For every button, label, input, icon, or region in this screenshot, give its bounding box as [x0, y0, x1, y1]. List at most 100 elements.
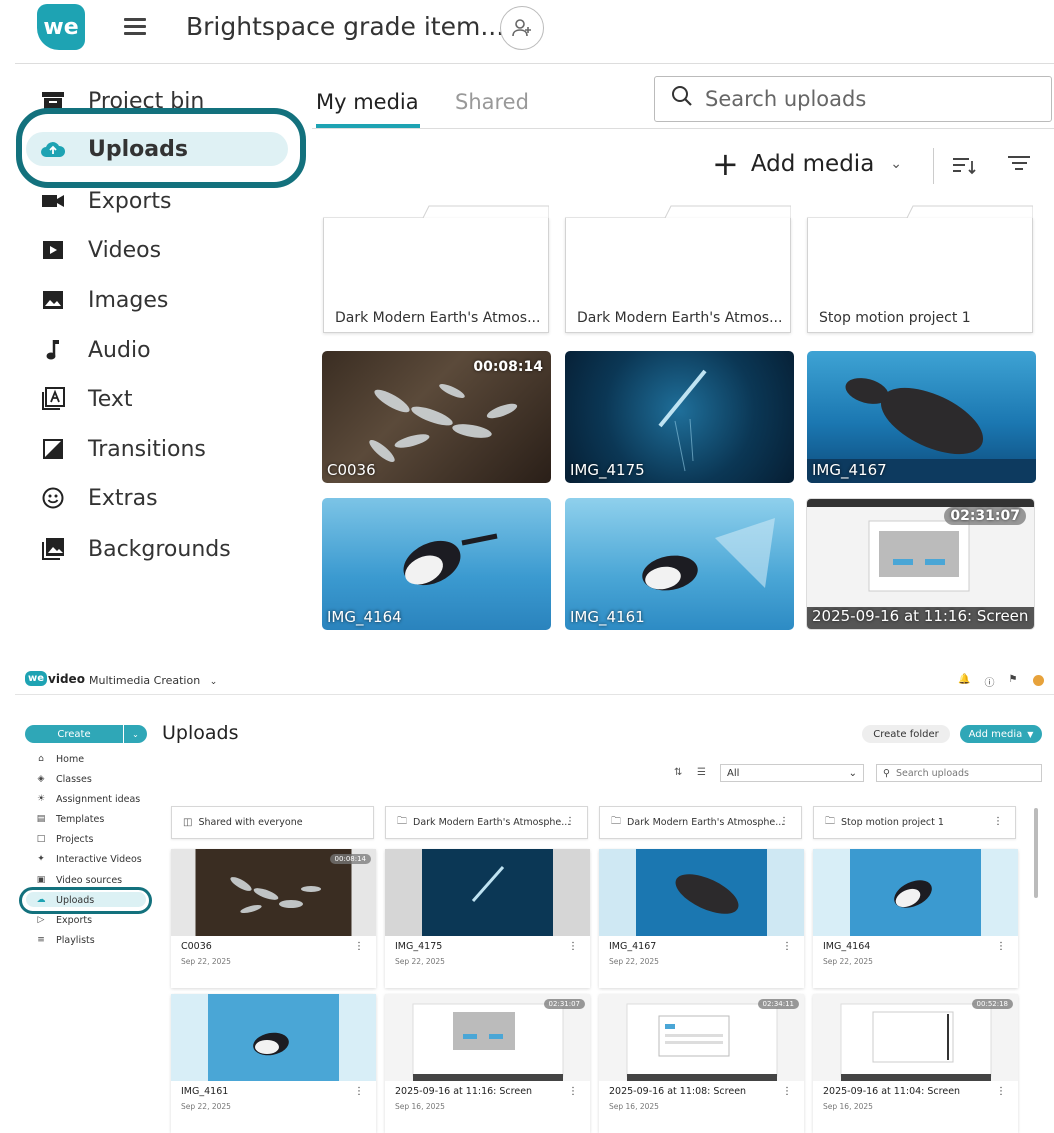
- project-title[interactable]: Brightspace grade item...: [186, 12, 504, 41]
- more-icon[interactable]: ⋮: [354, 1086, 364, 1097]
- media-label: IMG_4161: [570, 608, 645, 626]
- media-card[interactable]: IMG_4167 Sep 22, 2025 ⋮: [599, 849, 804, 988]
- sidebar-item-assignment-ideas[interactable]: ☀ Assignment ideas: [35, 791, 140, 807]
- sort-icon[interactable]: ⇅: [674, 767, 682, 778]
- folder-card[interactable]: Dark Modern Earth's Atmos...: [323, 204, 549, 334]
- sidebar-item-label: Assignment ideas: [56, 793, 141, 805]
- scrollbar[interactable]: [1034, 808, 1038, 898]
- more-icon[interactable]: ⋮: [568, 941, 578, 952]
- card-date: Sep 22, 2025: [823, 957, 873, 966]
- media-label: IMG_4175: [570, 461, 645, 479]
- media-thumbnail[interactable]: IMG_4164: [322, 498, 551, 630]
- media-label: IMG_4167: [812, 461, 887, 479]
- sidebar-item-playlists[interactable]: ≡ Playlists: [35, 932, 95, 948]
- sidebar-item-exports[interactable]: Exports: [40, 183, 171, 219]
- plus-icon: +: [712, 145, 739, 183]
- menu-icon[interactable]: [124, 18, 146, 36]
- more-icon[interactable]: ⋮: [996, 941, 1006, 952]
- media-card[interactable]: IMG_4164 Sep 22, 2025 ⋮: [813, 849, 1018, 988]
- media-card[interactable]: 02:31:07 2025-09-16 at 11:16: Screen Sep…: [385, 994, 590, 1133]
- add-user-icon[interactable]: [500, 6, 544, 50]
- sidebar-item-audio[interactable]: Audio: [40, 332, 151, 368]
- search-input[interactable]: Search uploads: [654, 76, 1052, 122]
- workspace-name: Multimedia Creation: [89, 674, 201, 687]
- filter-select[interactable]: All ⌄: [720, 764, 864, 782]
- sidebar-item-text[interactable]: Text: [40, 381, 133, 417]
- sidebar-item-interactive-videos[interactable]: ✦ Interactive Videos: [35, 851, 142, 867]
- sidebar-item-video-sources[interactable]: ▣ Video sources: [35, 872, 122, 888]
- more-icon[interactable]: ⋮: [782, 1086, 792, 1097]
- media-thumbnail[interactable]: IMG_4161: [565, 498, 794, 630]
- folder-card[interactable]: Stop motion project 1: [807, 204, 1033, 334]
- sidebar-item-classes[interactable]: ◈ Classes: [35, 771, 92, 787]
- filter-icon[interactable]: [1008, 156, 1030, 174]
- sort-icon[interactable]: [952, 156, 976, 180]
- background-icon: [40, 538, 66, 560]
- card-date: Sep 22, 2025: [609, 957, 659, 966]
- folder-shared-with-everyone[interactable]: ◫ Shared with everyone: [171, 806, 374, 839]
- editor-zoom-panel: we Brightspace grade item... Project bin…: [0, 0, 1054, 640]
- add-media-button[interactable]: + Add media ⌄: [712, 148, 902, 180]
- tab-shared[interactable]: Shared: [455, 90, 529, 114]
- media-thumbnail[interactable]: 00:08:14 C0036: [322, 351, 551, 483]
- list-view-icon[interactable]: ☰: [697, 767, 706, 778]
- workspace-selector[interactable]: Multimedia Creation ⌄: [89, 674, 217, 687]
- folder-card[interactable]: Dark Modern Earth's Atmos...: [565, 204, 791, 334]
- create-dropdown-chevron-icon[interactable]: ⌄: [124, 725, 147, 743]
- media-thumbnail[interactable]: 02:31:07 2025-09-16 at 11:16: Screen: [806, 498, 1035, 630]
- folder-icon: 🗀: [825, 816, 835, 827]
- folder-card[interactable]: 🗀 Stop motion project 1 ⋮: [813, 806, 1016, 839]
- sidebar-item-extras[interactable]: Extras: [40, 480, 158, 516]
- add-media-button[interactable]: Add media ▼: [960, 725, 1042, 743]
- sidebar-item-label: Images: [88, 287, 169, 313]
- logo-text: we: [43, 14, 79, 40]
- media-thumbnail[interactable]: IMG_4175: [565, 351, 794, 483]
- card-name: IMG_4175: [395, 941, 443, 952]
- card-date: Sep 16, 2025: [395, 1102, 445, 1111]
- card-date: Sep 16, 2025: [823, 1102, 873, 1111]
- sidebar-item-templates[interactable]: ▤ Templates: [35, 811, 105, 827]
- wevideo-logo[interactable]: we: [37, 4, 85, 50]
- more-icon[interactable]: ⋮: [354, 941, 364, 952]
- sidebar-item-videos[interactable]: Videos: [40, 232, 161, 268]
- uploads-highlight-ring: [19, 887, 152, 914]
- sidebar-item-label: Projects: [56, 833, 94, 845]
- playlist-icon: ≡: [37, 935, 45, 945]
- media-label: 2025-09-16 at 11:16: Screen: [812, 607, 1029, 625]
- sidebar-item-projects[interactable]: □ Projects: [35, 831, 94, 847]
- megaphone-icon[interactable]: ⚑: [1008, 674, 1017, 689]
- media-card[interactable]: 02:34:11 2025-09-16 at 11:08: Screen Sep…: [599, 994, 804, 1133]
- help-icon[interactable]: ⓘ: [984, 674, 994, 689]
- toolbar-divider: [933, 148, 934, 184]
- more-icon[interactable]: ⋮: [565, 816, 575, 827]
- more-icon[interactable]: ⋮: [782, 941, 792, 952]
- sidebar-item-images[interactable]: Images: [40, 282, 168, 318]
- more-icon[interactable]: ⋮: [993, 816, 1003, 827]
- create-folder-button[interactable]: Create folder: [862, 725, 950, 743]
- sidebar-item-home[interactable]: ⌂ Home: [35, 751, 84, 767]
- duration-badge: 00:08:14: [329, 854, 371, 864]
- folder-card[interactable]: 🗀 Dark Modern Earth's Atmosphe... ⋮: [385, 806, 588, 839]
- more-icon[interactable]: ⋮: [779, 816, 789, 827]
- folder-card[interactable]: 🗀 Dark Modern Earth's Atmosphe... ⋮: [599, 806, 802, 839]
- media-card[interactable]: IMG_4175 Sep 22, 2025 ⋮: [385, 849, 590, 988]
- create-button[interactable]: Create: [25, 725, 123, 743]
- more-icon[interactable]: ⋮: [996, 1086, 1006, 1097]
- sidebar-item-backgrounds[interactable]: Backgrounds: [40, 531, 231, 567]
- sidebar-item-label: Exports: [56, 914, 93, 926]
- image-icon: [40, 289, 66, 311]
- play-icon: [40, 239, 66, 261]
- search-input[interactable]: ⚲ Search uploads: [876, 764, 1042, 782]
- wevideo-logo[interactable]: we video: [25, 671, 85, 686]
- tab-my-media[interactable]: My media: [316, 90, 419, 114]
- more-icon[interactable]: ⋮: [568, 1086, 578, 1097]
- sidebar-item-exports[interactable]: ▷ Exports: [35, 912, 93, 928]
- avatar[interactable]: [1033, 675, 1044, 686]
- media-card[interactable]: 00:08:14 C0036 Sep 22, 2025 ⋮: [171, 849, 376, 988]
- bell-icon[interactable]: 🔔: [958, 674, 970, 689]
- sidebar-item-transitions[interactable]: Transitions: [40, 431, 206, 467]
- media-thumbnail[interactable]: IMG_4167: [807, 351, 1036, 483]
- add-media-label: Add media: [750, 151, 875, 177]
- media-card[interactable]: IMG_4161 Sep 22, 2025 ⋮: [171, 994, 376, 1133]
- media-card[interactable]: 00:52:18 2025-09-16 at 11:04: Screen Sep…: [813, 994, 1018, 1133]
